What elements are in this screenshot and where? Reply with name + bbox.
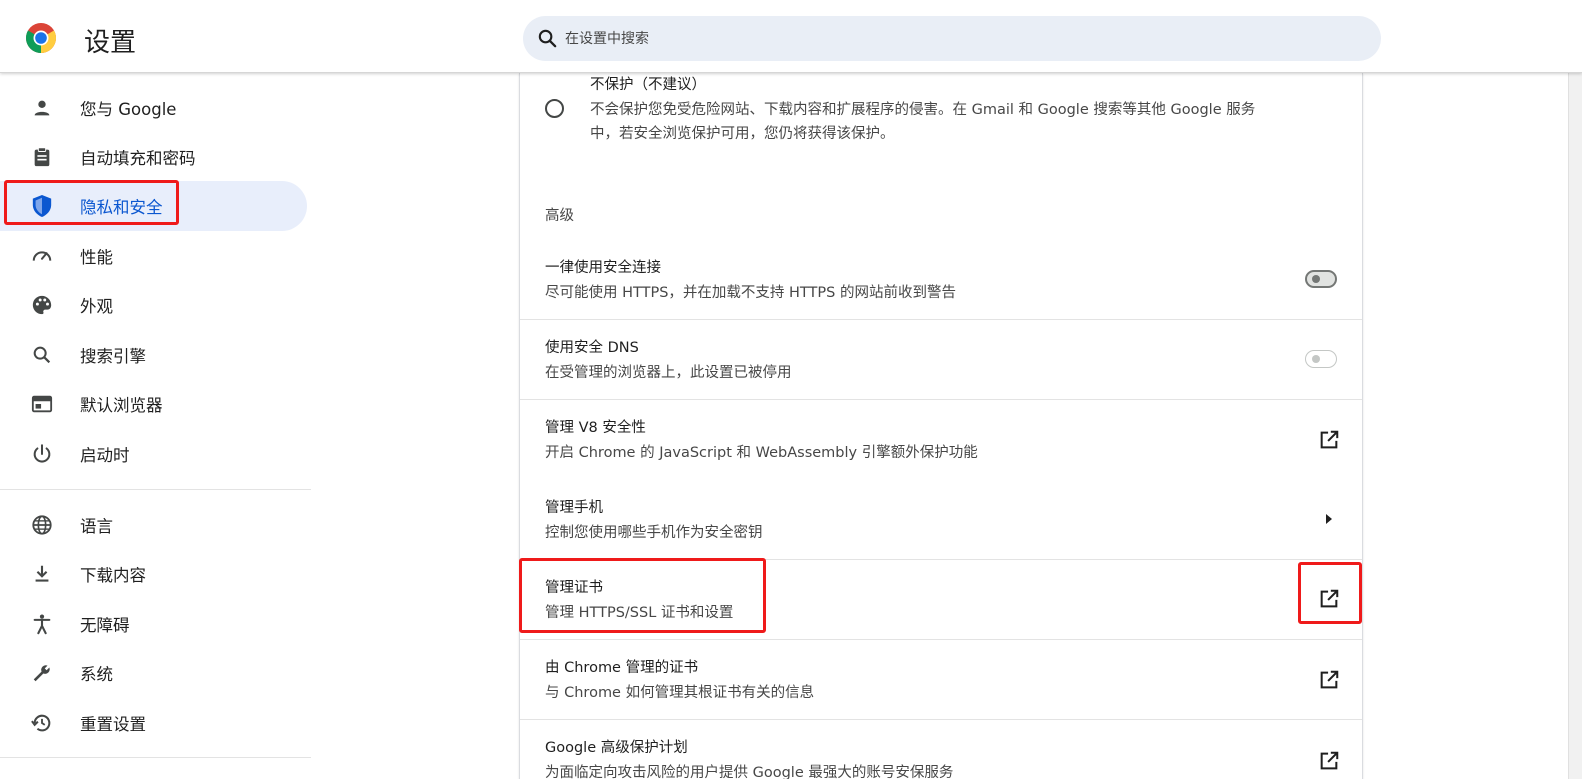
top-toolbar: 设置 在设置中搜索: [0, 0, 1582, 73]
row-divider: [520, 319, 1362, 320]
manage-phones-arrow-right-icon[interactable]: [1317, 507, 1341, 531]
advanced-protection-title: Google 高级保护计划: [545, 740, 688, 756]
page-title: 设置: [84, 28, 137, 58]
no-protection-desc-line2: 中，若安全浏览保护可用，您仍将获得该保护。: [590, 126, 895, 142]
no-protection-title: 不保护（不建议）: [590, 77, 706, 93]
search-icon: [30, 343, 54, 367]
search-placeholder: 在设置中搜索: [565, 31, 649, 47]
search-icon: [538, 29, 557, 48]
sidebar-item-languages[interactable]: 语言: [0, 500, 307, 550]
no-protection-desc-line1: 不会保护您免受危险网站、下载内容和扩展程序的侵害。在 Gmail 和 Googl…: [590, 102, 1256, 118]
privacy-security-card: 不保护（不建议） 不会保护您免受危险网站、下载内容和扩展程序的侵害。在 Gmai…: [519, 73, 1363, 779]
sidebar-item-on-startup[interactable]: 启动时: [0, 429, 307, 479]
clipboard-icon: [30, 145, 54, 169]
sidebar-item-reset-settings[interactable]: 重置设置: [0, 698, 307, 748]
sidebar-item-appearance[interactable]: 外观: [0, 280, 307, 330]
highlight-box-manage-certificates: [519, 558, 766, 633]
chrome-root-store-open-in-new-icon[interactable]: [1317, 668, 1341, 692]
sidebar-item-default-browser[interactable]: 默认浏览器: [0, 379, 307, 429]
https-first-toggle[interactable]: [1305, 270, 1337, 288]
globe-icon: [30, 513, 54, 537]
no-protection-radio[interactable]: [545, 99, 564, 118]
person-icon: [30, 96, 54, 120]
secure-dns-toggle: [1305, 350, 1337, 368]
wrench-icon: [30, 661, 54, 685]
advanced-protection-desc: 为面临定向攻击风险的用户提供 Google 最强大的账号安保服务: [545, 765, 954, 779]
chrome-logo-icon: [25, 23, 57, 54]
https-first-title: 一律使用安全连接: [545, 260, 661, 276]
power-icon: [30, 442, 54, 466]
v8-security-desc: 开启 Chrome 的 JavaScript 和 WebAssembly 引擎额…: [545, 445, 978, 461]
sidebar-item-label: 搜索引擎: [80, 347, 146, 366]
sidebar-item-label: 默认浏览器: [80, 396, 163, 415]
highlight-box-open-in-new: [1298, 562, 1362, 624]
row-divider: [520, 639, 1362, 640]
secure-dns-title: 使用安全 DNS: [545, 340, 639, 356]
row-divider: [520, 399, 1362, 400]
sidebar-divider: [0, 757, 311, 758]
restore-icon: [30, 711, 54, 735]
sidebar-item-you-and-google[interactable]: 您与 Google: [0, 83, 307, 133]
sidebar-item-system[interactable]: 系统: [0, 648, 307, 698]
sidebar-item-label: 外观: [80, 297, 113, 316]
search-input[interactable]: 在设置中搜索: [523, 16, 1381, 61]
highlight-box-privacy-security: [4, 180, 179, 225]
sidebar-item-accessibility[interactable]: 无障碍: [0, 599, 307, 649]
sidebar-item-label: 下载内容: [80, 566, 146, 585]
sidebar: 您与 Google 自动填充和密码 隐私和安全 性能 外观 搜索引擎 默认浏览器…: [0, 73, 311, 779]
secure-dns-desc: 在受管理的浏览器上，此设置已被停用: [545, 365, 792, 381]
chrome-root-store-title: 由 Chrome 管理的证书: [545, 660, 699, 676]
accessibility-icon: [30, 612, 54, 636]
sidebar-item-autofill[interactable]: 自动填充和密码: [0, 132, 307, 182]
speedometer-icon: [30, 244, 54, 268]
page-scrollbar[interactable]: [1568, 73, 1582, 779]
palette-icon: [30, 293, 54, 317]
sidebar-item-label: 您与 Google: [80, 100, 177, 119]
advanced-section-title: 高级: [545, 208, 574, 224]
toggle-knob: [1312, 355, 1320, 363]
sidebar-item-downloads[interactable]: 下载内容: [0, 549, 307, 599]
sidebar-divider: [0, 489, 311, 490]
v8-security-open-in-new-icon[interactable]: [1317, 428, 1341, 452]
sidebar-item-label: 重置设置: [80, 715, 146, 734]
sidebar-item-label: 自动填充和密码: [80, 149, 196, 168]
manage-phones-title: 管理手机: [545, 500, 603, 516]
sidebar-item-performance[interactable]: 性能: [0, 231, 307, 281]
sidebar-item-label: 系统: [80, 665, 113, 684]
advanced-protection-open-in-new-icon[interactable]: [1317, 749, 1341, 773]
https-first-desc: 尽可能使用 HTTPS，并在加载不支持 HTTPS 的网站前收到警告: [545, 285, 956, 301]
browser-window-icon: [30, 392, 54, 416]
sidebar-item-label: 性能: [80, 248, 113, 267]
toggle-knob: [1312, 275, 1320, 283]
sidebar-item-label: 语言: [80, 517, 113, 536]
sidebar-item-label: 启动时: [80, 446, 130, 465]
sidebar-item-label: 无障碍: [80, 616, 130, 635]
download-icon: [30, 562, 54, 586]
chrome-root-store-desc: 与 Chrome 如何管理其根证书有关的信息: [545, 685, 815, 701]
row-divider: [520, 719, 1362, 720]
manage-phones-desc: 控制您使用哪些手机作为安全密钥: [545, 525, 763, 541]
sidebar-item-search-engine[interactable]: 搜索引擎: [0, 330, 307, 380]
v8-security-title: 管理 V8 安全性: [545, 420, 646, 436]
